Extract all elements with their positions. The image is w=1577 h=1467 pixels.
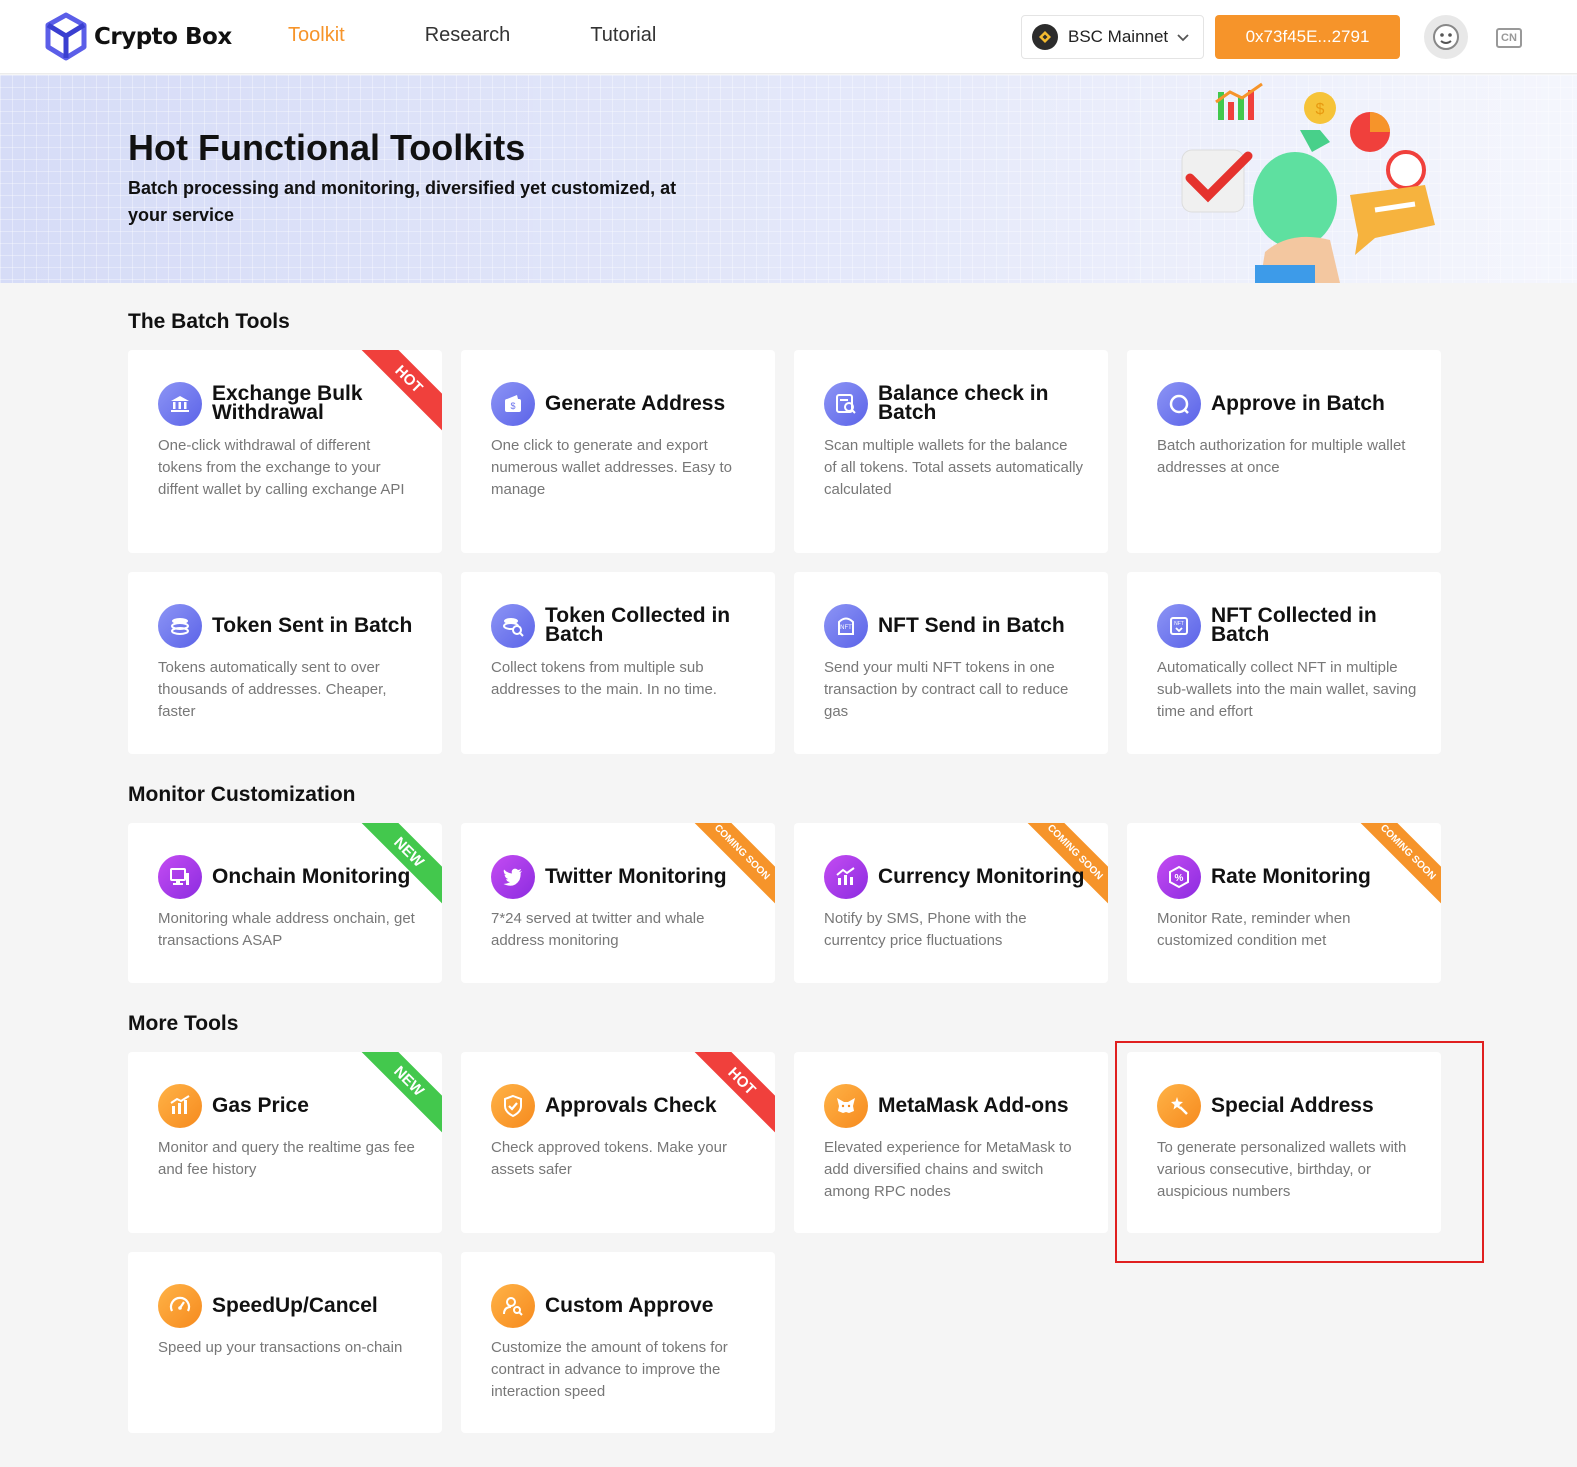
card-title: Onchain Monitoring — [212, 865, 411, 888]
card-title: SpeedUp/Cancel — [212, 1294, 378, 1317]
card-title: Rate Monitoring — [1211, 865, 1371, 888]
card-description: Notify by SMS, Phone with the currentcy … — [824, 910, 1027, 949]
gas-chart-icon — [158, 1084, 202, 1128]
card-description: Customize the amount of tokens for contr… — [491, 1339, 728, 1400]
card-gas-price[interactable]: NEW Gas Price Monitor and query the real… — [128, 1052, 442, 1233]
card-title: Token Collected in Batch — [545, 604, 731, 646]
banner-subtitle: Batch processing and monitoring, diversi… — [128, 178, 677, 225]
card-title: Balance check in Batch — [878, 382, 1049, 424]
card-title: MetaMask Add-ons — [878, 1094, 1069, 1117]
hero-illustration: $ — [1181, 82, 1435, 283]
card-title: Currency Monitoring — [878, 865, 1085, 888]
card-nft-send-in-batch[interactable]: NFT NFT Send in Batch Send your multi NF… — [794, 572, 1108, 754]
user-face-icon — [1433, 24, 1459, 50]
chart-icon — [824, 855, 868, 899]
nav-toolkit[interactable]: Toolkit — [288, 24, 345, 47]
main-nav: Toolkit Research Tutorial — [288, 24, 736, 47]
network-selector[interactable]: BSC Mainnet — [1021, 15, 1204, 59]
top-navbar: Crypto Box Toolkit Research Tutorial BSC… — [0, 0, 1577, 74]
section-title-batch: The Batch Tools — [128, 310, 290, 333]
card-description: One-click withdrawal of different tokens… — [158, 437, 405, 498]
card-description: Batch authorization for multiple wallet … — [1157, 437, 1406, 476]
shield-check-icon — [491, 1084, 535, 1128]
card-description: Monitor Rate, reminder when customized c… — [1157, 910, 1351, 949]
card-description: Speed up your transactions on-chain — [158, 1339, 403, 1356]
card-description: One click to generate and export numerou… — [491, 437, 732, 498]
card-token-sent-in-batch[interactable]: Token Sent in Batch Tokens automatically… — [128, 572, 442, 754]
card-approvals-check[interactable]: HOT Approvals Check Check approved token… — [461, 1052, 775, 1233]
balance-search-icon — [824, 382, 868, 426]
hero-banner: Hot Functional Toolkits Batch processing… — [0, 75, 1577, 283]
coins-icon — [158, 604, 202, 648]
card-title: Token Sent in Batch — [212, 614, 413, 637]
chevron-down-icon — [1177, 34, 1189, 42]
card-balance-check-in-batch[interactable]: Balance check in Batch Scan multiple wal… — [794, 350, 1108, 553]
speedometer-icon — [158, 1284, 202, 1328]
avatar[interactable] — [1424, 15, 1468, 59]
svg-text:%: % — [1175, 873, 1184, 884]
card-token-collected-in-batch[interactable]: Token Collected in Batch Collect tokens … — [461, 572, 775, 754]
new-badge: NEW — [353, 1052, 442, 1137]
svg-text:NFT: NFT — [1174, 621, 1184, 627]
rate-icon: % — [1157, 855, 1201, 899]
card-speedup-cancel[interactable]: SpeedUp/Cancel Speed up your transaction… — [128, 1252, 442, 1433]
network-label: BSC Mainnet — [1068, 27, 1169, 46]
bank-icon — [158, 382, 202, 426]
svg-text:NFT: NFT — [840, 625, 852, 631]
language-switch[interactable]: CN — [1496, 28, 1522, 48]
nav-research[interactable]: Research — [425, 24, 511, 47]
card-currency-monitoring[interactable]: COMING SOON Currency Monitoring Notify b… — [794, 823, 1108, 983]
card-generate-address[interactable]: $ Generate Address One click to generate… — [461, 350, 775, 553]
wallet-icon: $ — [491, 382, 535, 426]
card-description: Tokens automatically sent to over thousa… — [158, 659, 387, 720]
monitor-icon — [158, 855, 202, 899]
twitter-icon — [491, 855, 535, 899]
bnb-icon — [1032, 24, 1058, 50]
card-description: Check approved tokens. Make your assets … — [491, 1139, 727, 1178]
card-title: Gas Price — [212, 1094, 309, 1117]
card-description: Elevated experience for MetaMask to add … — [824, 1139, 1072, 1200]
card-title: Generate Address — [545, 392, 726, 415]
card-title: Approve in Batch — [1211, 392, 1385, 415]
svg-text:$: $ — [1316, 101, 1325, 118]
logo[interactable]: Crypto Box — [44, 12, 232, 62]
card-onchain-monitoring[interactable]: NEW Onchain Monitoring Monitoring whale … — [128, 823, 442, 983]
section-title-monitor: Monitor Customization — [128, 783, 356, 806]
highlight-box — [1115, 1041, 1484, 1263]
card-exchange-bulk-withdrawal[interactable]: HOT Exchange Bulk Withdrawal One-click w… — [128, 350, 442, 553]
nft-collect-icon: NFT — [1157, 604, 1201, 648]
card-twitter-monitoring[interactable]: COMING SOON Twitter Monitoring 7*24 serv… — [461, 823, 775, 983]
card-nft-collected-in-batch[interactable]: NFT NFT Collected in Batch Automatically… — [1127, 572, 1441, 754]
card-title: Approvals Check — [545, 1094, 717, 1117]
card-title: NFT Collected in Batch — [1211, 604, 1377, 646]
card-title: Custom Approve — [545, 1294, 714, 1317]
metamask-icon — [824, 1084, 868, 1128]
card-title: Exchange Bulk Withdrawal — [212, 382, 363, 424]
logo-text: Crypto Box — [94, 24, 232, 50]
card-title: NFT Send in Batch — [878, 614, 1065, 637]
card-description: Send your multi NFT tokens in one transa… — [824, 659, 1069, 720]
nft-send-icon: NFT — [824, 604, 868, 648]
card-description: Automatically collect NFT in multiple su… — [1157, 659, 1417, 720]
banner-title: Hot Functional Toolkits — [128, 127, 526, 168]
user-key-icon — [491, 1284, 535, 1328]
card-metamask-add-ons[interactable]: MetaMask Add-ons Elevated experience for… — [794, 1052, 1108, 1233]
coin-search-icon — [491, 604, 535, 648]
card-description: Scan multiple wallets for the balance of… — [824, 437, 1084, 498]
card-description: 7*24 served at twitter and whale address… — [491, 910, 705, 949]
logo-cube-icon — [45, 12, 87, 61]
card-description: Collect tokens from multiple sub address… — [491, 659, 717, 698]
svg-text:$: $ — [510, 401, 515, 411]
approve-icon — [1157, 382, 1201, 426]
card-description: Monitor and query the realtime gas fee a… — [158, 1139, 415, 1178]
section-title-more: More Tools — [128, 1012, 239, 1035]
nav-tutorial[interactable]: Tutorial — [590, 24, 656, 47]
wallet-address-button[interactable]: 0x73f45E...2791 — [1215, 15, 1400, 59]
card-description: Monitoring whale address onchain, get tr… — [158, 910, 415, 949]
card-custom-approve[interactable]: Custom Approve Customize the amount of t… — [461, 1252, 775, 1433]
card-rate-monitoring[interactable]: COMING SOON % Rate Monitoring Monitor Ra… — [1127, 823, 1441, 983]
card-title: Twitter Monitoring — [545, 865, 727, 888]
card-approve-in-batch[interactable]: Approve in Batch Batch authorization for… — [1127, 350, 1441, 553]
